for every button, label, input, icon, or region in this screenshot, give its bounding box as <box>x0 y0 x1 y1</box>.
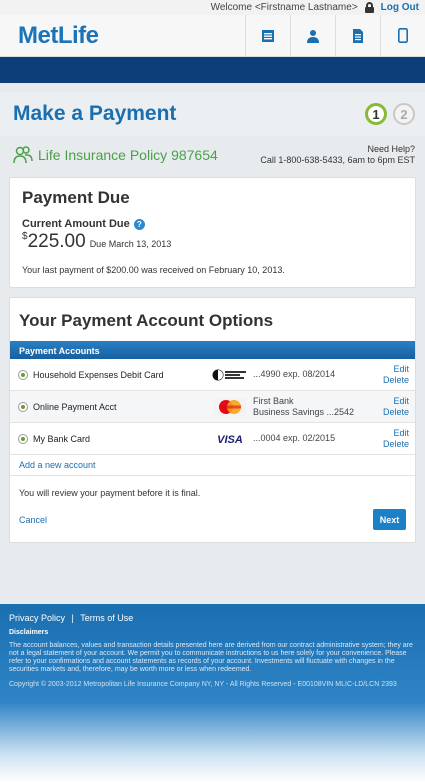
direct-debit-logo <box>210 367 249 383</box>
logout-link[interactable]: Log Out <box>381 2 419 13</box>
help-phone[interactable]: Call 1-800-638-5433, 6am to 6pm EST <box>260 155 415 166</box>
disclaimers-title: Disclaimers <box>9 629 49 636</box>
review-note: You will review your payment before it i… <box>19 488 201 498</box>
mastercard-logo <box>210 397 249 416</box>
title-bar: Make a Payment 1 2 <box>0 92 425 136</box>
svg-text:VISA: VISA <box>217 434 243 446</box>
documents-button[interactable] <box>335 14 380 57</box>
last-payment-note: Your last payment of $200.00 was receive… <box>22 265 285 275</box>
footer-separator: | <box>71 613 74 623</box>
delete-link[interactable]: Delete <box>375 407 409 418</box>
welcome-text: Welcome <Firstname Lastname> <box>210 2 358 13</box>
help-info: Need Help? Call 1-800-638-5433, 6am to 6… <box>260 144 415 166</box>
help-question-icon[interactable]: ? <box>133 218 145 230</box>
form-actions: Cancel Next <box>10 504 415 542</box>
account-info-line1: First Bank <box>253 395 294 406</box>
people-icon <box>13 146 33 164</box>
account-row[interactable]: Online Payment Acct First Bank Business … <box>10 391 415 423</box>
accounts-table-header: Payment Accounts <box>10 341 415 359</box>
document-icon <box>353 28 363 43</box>
help-title: Need Help? <box>367 144 415 154</box>
amount-due-label: Current Amount Due ? <box>22 218 405 230</box>
account-row[interactable]: Household Expenses Debit Card ...4990 ex… <box>10 359 415 391</box>
account-name: Online Payment Acct <box>33 401 117 412</box>
list-icon <box>262 29 274 42</box>
metlife-logo[interactable]: MetLife <box>0 22 245 50</box>
privacy-policy-link[interactable]: Privacy Policy <box>9 613 65 623</box>
account-info-line1: ...0004 exp. 02/2015 <box>253 433 336 443</box>
terms-of-use-link[interactable]: Terms of Use <box>80 613 133 623</box>
account-row[interactable]: My Bank Card VISA ...0004 exp. 02/2015 E… <box>10 423 415 455</box>
footer-links: Privacy Policy | Terms of Use <box>9 613 416 623</box>
account-actions: Edit Delete <box>375 364 415 386</box>
account-radio[interactable] <box>18 433 28 444</box>
account-info-line1: ...4990 exp. 08/2014 <box>253 369 336 379</box>
add-account-link[interactable]: Add a new account <box>10 455 415 476</box>
amount-due: $225.00 <box>22 231 86 253</box>
due-date: Due March 13, 2013 <box>89 239 172 249</box>
policy-name: Life Insurance Policy 987654 <box>38 147 218 163</box>
footer: Privacy Policy | Terms of Use Disclaimer… <box>0 604 425 782</box>
account-info: ...0004 exp. 02/2015 <box>253 433 375 444</box>
account-radio[interactable] <box>18 369 28 380</box>
header: MetLife <box>0 14 425 57</box>
amount-due-label-text: Current Amount Due <box>22 218 130 230</box>
amount-value: 225.00 <box>27 231 86 252</box>
lock-icon <box>364 2 375 13</box>
step-2-indicator: 2 <box>393 103 415 125</box>
account-info-line2: Business Savings ...2542 <box>253 406 355 417</box>
edit-link[interactable]: Edit <box>375 396 409 407</box>
mobile-button[interactable] <box>380 14 425 57</box>
account-name: Household Expenses Debit Card <box>33 369 164 380</box>
visa-logo: VISA <box>210 431 249 447</box>
edit-link[interactable]: Edit <box>375 364 409 375</box>
profile-button[interactable] <box>290 14 335 57</box>
payment-options-card: Your Payment Account Options Payment Acc… <box>9 297 416 543</box>
options-heading: Your Payment Account Options <box>19 311 274 330</box>
account-name: My Bank Card <box>33 433 91 444</box>
account-info: ...4990 exp. 08/2014 <box>253 369 375 380</box>
policy-bar: Life Insurance Policy 987654 Need Help? … <box>0 136 425 174</box>
disclaimer-text: The account balances, values and transac… <box>9 642 413 673</box>
delete-link[interactable]: Delete <box>375 375 409 386</box>
copyright-text: Copyright © 2003-2012 Metropolitan Life … <box>9 681 397 688</box>
account-radio[interactable] <box>18 401 28 412</box>
account-actions: Edit Delete <box>375 428 415 450</box>
utility-bar: Welcome <Firstname Lastname> Log Out <box>0 0 425 15</box>
accounts-list: Household Expenses Debit Card ...4990 ex… <box>10 359 415 455</box>
menu-button[interactable] <box>245 14 290 57</box>
page-title: Make a Payment <box>13 102 177 125</box>
payment-due-card: Payment Due Current Amount Due ? $225.00… <box>9 177 416 288</box>
cancel-link[interactable]: Cancel <box>19 515 47 525</box>
mobile-icon <box>398 28 408 43</box>
next-button[interactable]: Next <box>373 509 406 530</box>
amount-row: $225.00 Due March 13, 2013 <box>22 231 405 253</box>
payment-due-heading: Payment Due <box>22 188 130 207</box>
user-icon <box>307 29 319 43</box>
step-1-indicator: 1 <box>365 103 387 125</box>
account-info: First Bank Business Savings ...2542 <box>253 396 375 418</box>
delete-link[interactable]: Delete <box>375 439 409 450</box>
edit-link[interactable]: Edit <box>375 428 409 439</box>
nav-band <box>0 57 425 83</box>
account-actions: Edit Delete <box>375 396 415 418</box>
